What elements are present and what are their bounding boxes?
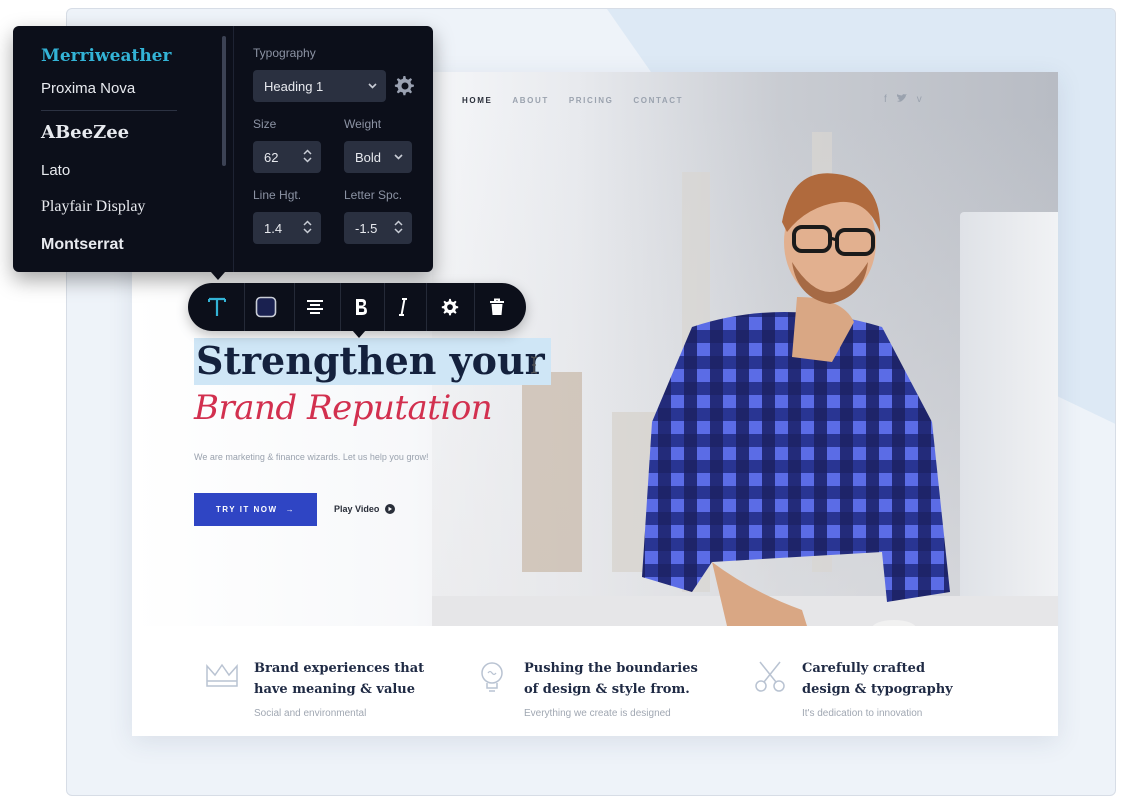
- toolbar-pointer: [352, 330, 366, 338]
- stepper-arrows-icon: [303, 219, 312, 237]
- stepper-arrows-icon: [303, 148, 312, 166]
- man-photo: [642, 173, 950, 626]
- cta-label: TRY IT NOW: [215, 505, 278, 514]
- vimeo-icon[interactable]: v: [917, 94, 922, 106]
- gear-icon[interactable]: [394, 75, 416, 102]
- weight-select[interactable]: Bold: [344, 141, 412, 173]
- weight-label: Weight: [344, 117, 382, 131]
- feature-description: Everything we create is designed: [524, 708, 671, 719]
- text-tool-icon[interactable]: [196, 283, 238, 331]
- chevron-down-icon: [394, 152, 403, 163]
- italic-icon[interactable]: [382, 283, 424, 331]
- twitter-icon[interactable]: [896, 94, 907, 106]
- crown-icon: [206, 663, 238, 687]
- settings-gear-icon[interactable]: [429, 283, 471, 331]
- heading-style-value: Heading 1: [264, 78, 324, 94]
- site-nav: HOME ABOUT PRICING CONTACT: [462, 96, 683, 105]
- font-option-proxima-nova[interactable]: Proxima Nova: [41, 80, 135, 97]
- typography-panel: Merriweather Proxima Nova ABeeZee Lato P…: [13, 26, 433, 272]
- lightbulb-icon: [481, 662, 503, 692]
- font-option-lato[interactable]: Lato: [41, 162, 70, 179]
- feature-title: Carefully crafted design & typography: [802, 661, 953, 697]
- font-list-divider: [41, 110, 177, 111]
- feature-description: It's dedication to innovation: [802, 708, 923, 719]
- play-icon: [385, 504, 396, 514]
- font-option-playfair-display[interactable]: Playfair Display: [41, 198, 145, 216]
- facebook-icon[interactable]: f: [884, 94, 887, 106]
- arrow-right-icon: →: [285, 505, 296, 514]
- nav-home[interactable]: HOME: [462, 96, 492, 105]
- text-edit-toolbar: [188, 283, 526, 331]
- stepper-arrows-icon: [394, 219, 403, 237]
- editor-canvas: HOME ABOUT PRICING CONTACT f v Strengthe…: [0, 0, 1122, 798]
- feature-title: Brand experiences that have meaning & va…: [254, 661, 425, 697]
- try-it-now-button[interactable]: TRY IT NOW →: [194, 493, 317, 526]
- text-cursor-icon: [530, 356, 538, 379]
- bold-icon[interactable]: [340, 283, 382, 331]
- computer-monitor: [960, 212, 1058, 626]
- play-video-label: Play Video: [334, 504, 380, 514]
- scissors-icon: [755, 661, 785, 692]
- letter-spacing-stepper[interactable]: -1.5: [344, 212, 412, 244]
- line-height-value: 1.4: [264, 220, 283, 236]
- line-height-stepper[interactable]: 1.4: [253, 212, 321, 244]
- line-height-label: Line Hgt.: [253, 188, 302, 202]
- trash-icon[interactable]: [476, 283, 518, 331]
- font-list-scrollbar[interactable]: [222, 36, 226, 166]
- social-links: f v: [884, 94, 922, 106]
- font-option-abeezee[interactable]: ABeeZee: [41, 122, 129, 143]
- nav-pricing[interactable]: PRICING: [569, 96, 614, 105]
- hero-tagline[interactable]: We are marketing & finance wizards. Let …: [194, 452, 428, 462]
- heading-style-select[interactable]: Heading 1: [253, 70, 386, 102]
- size-value: 62: [264, 149, 279, 165]
- chevron-down-icon: [368, 81, 377, 92]
- letter-spacing-value: -1.5: [355, 220, 378, 236]
- weight-value: Bold: [355, 149, 382, 165]
- feature-description: Social and environmental: [254, 708, 367, 719]
- nav-about[interactable]: ABOUT: [512, 96, 548, 105]
- feature-title: Pushing the boundaries of design & style…: [524, 661, 698, 697]
- hero-headline[interactable]: Strengthen your: [194, 338, 551, 385]
- panel-pointer: [211, 272, 225, 280]
- font-option-montserrat[interactable]: Montserrat: [41, 236, 124, 254]
- font-list: Merriweather Proxima Nova ABeeZee Lato P…: [13, 26, 235, 272]
- align-center-icon[interactable]: [294, 283, 336, 331]
- play-video-button[interactable]: Play Video: [334, 504, 396, 514]
- nav-contact[interactable]: CONTACT: [633, 96, 683, 105]
- size-stepper[interactable]: 62: [253, 141, 321, 173]
- typography-label: Typography: [253, 46, 316, 60]
- features-row: Brand experiences that have meaning & va…: [132, 626, 1058, 736]
- size-label: Size: [253, 117, 277, 131]
- letter-spacing-label: Letter Spc.: [344, 188, 403, 202]
- panel-divider: [233, 26, 234, 272]
- font-option-merriweather[interactable]: Merriweather: [41, 46, 171, 66]
- color-swatch-icon[interactable]: [245, 283, 287, 331]
- hero-subheadline[interactable]: Brand Reputation: [194, 388, 493, 428]
